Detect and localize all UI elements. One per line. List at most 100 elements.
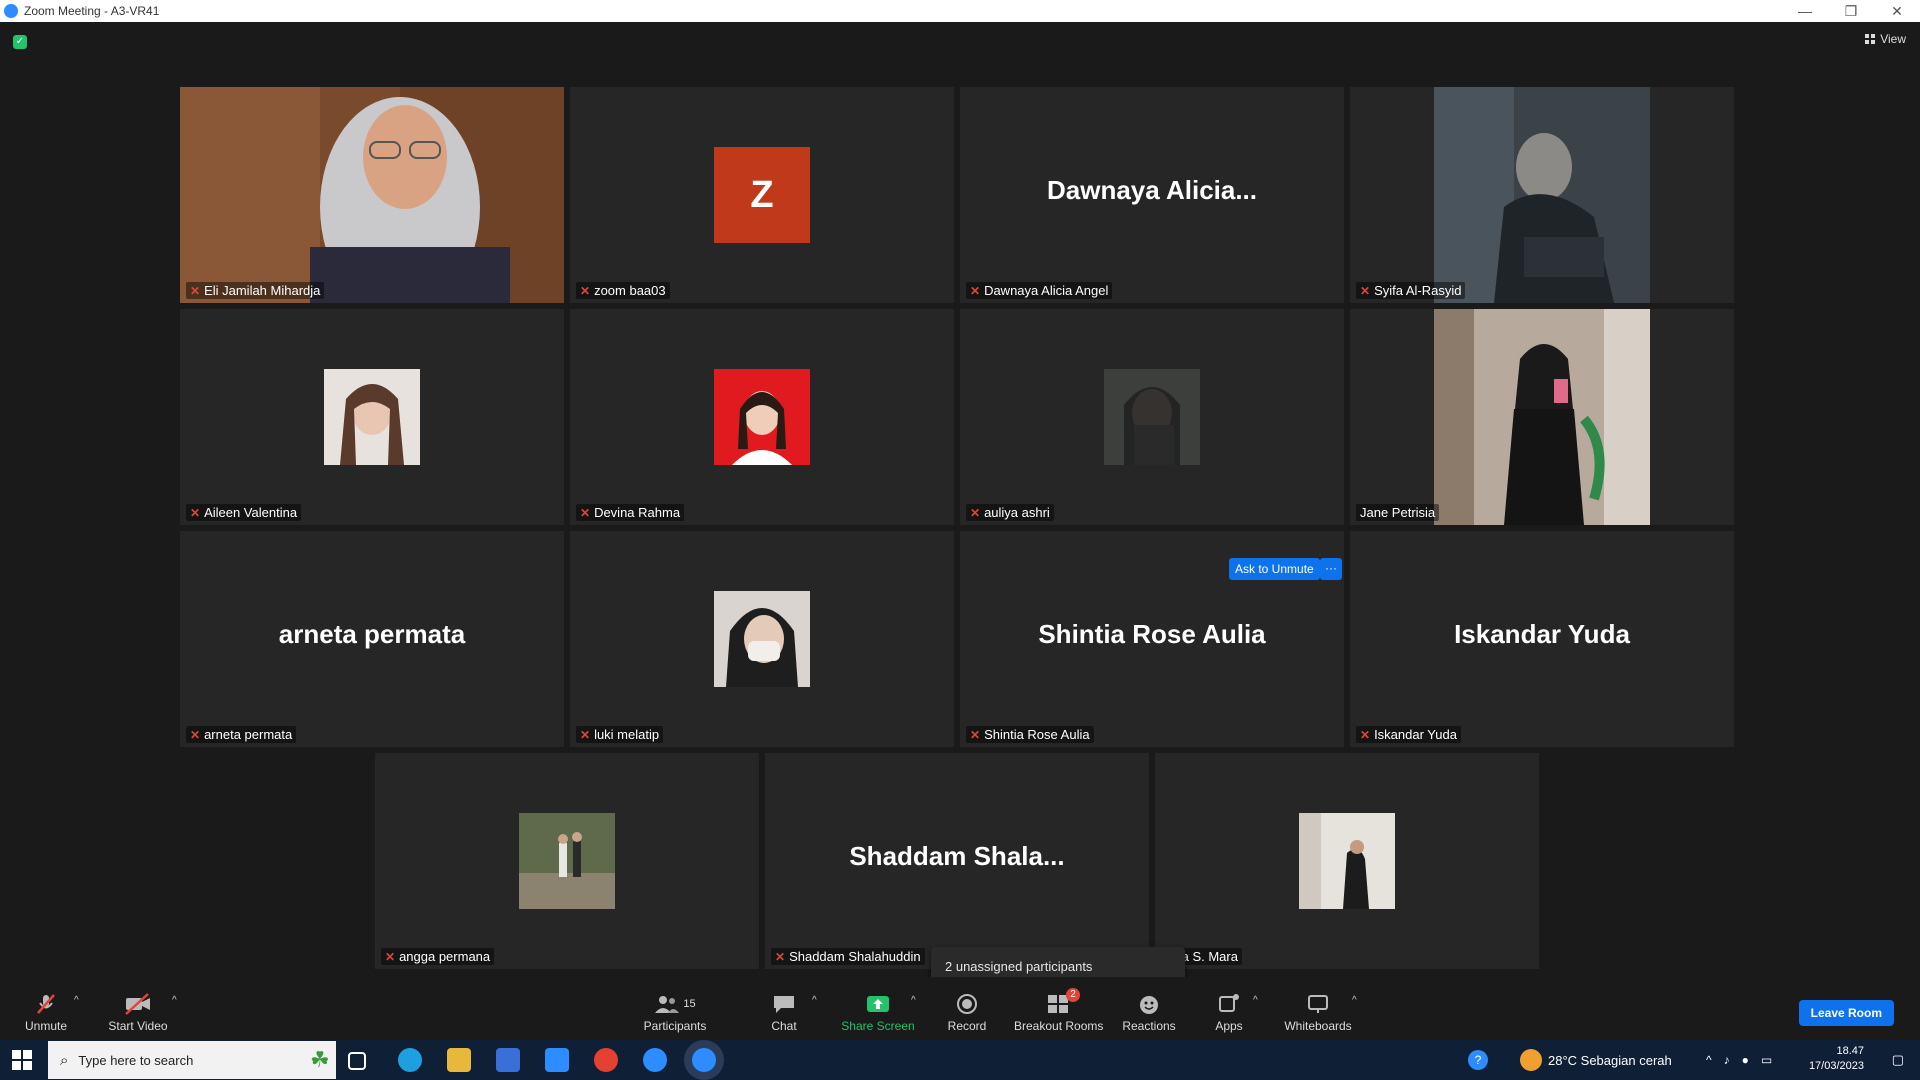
participant-tile[interactable]: Dawnaya Alicia... ✕ Dawnaya Alicia Angel <box>960 87 1344 303</box>
meeting-toolbar: Unmute ^ Start Video ^ 15 Participants C… <box>0 977 1920 1040</box>
participant-tile[interactable]: ✕ Eli Jamilah Mihardja <box>180 87 564 303</box>
start-video-button[interactable]: Start Video <box>104 991 172 1033</box>
muted-mic-icon: ✕ <box>190 505 201 520</box>
taskbar-clock[interactable]: 18.47 17/03/2023 <box>1809 1044 1864 1074</box>
muted-mic-icon: ✕ <box>385 949 396 964</box>
reactions-button[interactable]: Reactions <box>1120 991 1178 1033</box>
participant-tile[interactable]: ✕ Aileen Valentina <box>180 309 564 525</box>
participants-icon <box>655 996 680 1013</box>
participant-name: ✕ Syifa Al-Rasyid <box>1356 282 1466 299</box>
profile-photo <box>1434 309 1650 525</box>
apps-icon <box>1212 991 1246 1017</box>
grid-icon <box>1865 34 1876 44</box>
participant-tile[interactable]: ✕ Devina Rahma <box>570 309 954 525</box>
participant-tile[interactable]: ✕ luki melatip <box>570 531 954 747</box>
view-button[interactable]: View <box>1865 32 1906 46</box>
participant-tile[interactable]: ✕ auliya ashri <box>960 309 1344 525</box>
speaker-icon[interactable]: ♪ <box>1724 1053 1730 1067</box>
participant-name: ✕ luki melatip <box>576 726 664 743</box>
participant-name: ✕ Iskandar Yuda <box>1356 726 1461 743</box>
file-explorer-icon[interactable] <box>447 1048 471 1072</box>
edge-icon[interactable] <box>398 1048 422 1072</box>
leave-room-button[interactable]: Leave Room <box>1798 1000 1894 1026</box>
participant-tile[interactable]: Z ✕ zoom baa03 <box>570 87 954 303</box>
participants-count: 15 <box>683 998 696 1010</box>
participants-button[interactable]: 15 Participants <box>640 991 710 1033</box>
share-options-caret[interactable]: ^ <box>911 995 916 1006</box>
whiteboard-icon <box>1282 991 1354 1017</box>
minimize-button[interactable]: — <box>1782 0 1828 22</box>
network-icon[interactable]: ▭ <box>1761 1053 1772 1067</box>
taskbar-search[interactable]: ⌕ Type here to search ☘ <box>48 1041 336 1079</box>
zoom-taskbar-icon[interactable] <box>692 1048 716 1072</box>
profile-photo <box>324 369 420 465</box>
participant-name: ✕ Aileen Valentina <box>186 504 302 521</box>
video-options-caret[interactable]: ^ <box>172 995 177 1006</box>
window-titlebar: Zoom Meeting - A3-VR41 — ❐ ✕ <box>0 0 1920 22</box>
participant-tile[interactable]: ✕ Syifa Al-Rasyid <box>1350 87 1734 303</box>
apps-options-caret[interactable]: ^ <box>1253 995 1258 1006</box>
reactions-icon <box>1120 991 1178 1017</box>
muted-mic-icon: ✕ <box>190 727 201 742</box>
whiteboards-button[interactable]: Whiteboards <box>1282 991 1354 1033</box>
notification-icon[interactable]: ▢ <box>1892 1040 1904 1080</box>
muted-mic-icon: ✕ <box>580 283 591 298</box>
participant-display-name: arneta permata <box>278 619 466 649</box>
profile-photo <box>1434 87 1650 303</box>
chrome-icon[interactable] <box>594 1048 618 1072</box>
muted-mic-icon: ✕ <box>1360 727 1371 742</box>
whiteboard-options-caret[interactable]: ^ <box>1352 995 1357 1006</box>
maximize-button[interactable]: ❐ <box>1828 0 1874 22</box>
more-options-button[interactable]: ··· <box>1320 558 1342 580</box>
participant-name: ✕ Devina Rahma <box>576 504 685 521</box>
share-screen-button[interactable]: Share Screen <box>838 991 918 1033</box>
chat-options-caret[interactable]: ^ <box>812 995 817 1006</box>
audio-options-caret[interactable]: ^ <box>74 995 79 1006</box>
participant-tile[interactable]: ✕ angga permana <box>375 753 759 969</box>
apps-button[interactable]: Apps <box>1212 991 1246 1033</box>
participant-display-name: Shintia Rose Aulia <box>1038 619 1266 649</box>
chat-icon <box>764 991 804 1017</box>
microphone-icon[interactable]: ● <box>1742 1053 1749 1067</box>
profile-photo <box>714 591 810 687</box>
video-off-icon <box>104 991 172 1017</box>
unmute-button[interactable]: Unmute <box>18 991 74 1033</box>
muted-mic-icon: ✕ <box>970 505 981 520</box>
view-label: View <box>1880 32 1906 46</box>
participant-name: ✕ zoom baa03 <box>576 282 670 299</box>
tray-overflow-icon[interactable]: ^ <box>1706 1053 1712 1067</box>
participant-name: ✕ Shintia Rose Aulia <box>966 726 1094 743</box>
clock-time: 18.47 <box>1836 1045 1864 1057</box>
participant-name: Jane Petrisia <box>1356 504 1440 521</box>
weather-text: 28°C Sebagian cerah <box>1548 1052 1672 1068</box>
participant-name: ✕ angga permana <box>381 948 495 965</box>
participant-display-name: Dawnaya Alicia... <box>1046 175 1258 205</box>
windows-start-icon[interactable] <box>12 1050 32 1070</box>
muted-mic-icon <box>18 991 74 1017</box>
weather-widget[interactable]: 28°C Sebagian cerah <box>1520 1040 1672 1080</box>
weather-icon <box>1520 1049 1542 1071</box>
participant-tile[interactable]: arneta permata ✕ arneta permata <box>180 531 564 747</box>
help-icon[interactable]: ? <box>1468 1050 1488 1070</box>
store-icon[interactable] <box>496 1048 520 1072</box>
close-button[interactable]: ✕ <box>1874 0 1920 22</box>
participant-tile[interactable]: Iskandar Yuda ✕ Iskandar Yuda <box>1350 531 1734 747</box>
muted-mic-icon: ✕ <box>970 727 981 742</box>
breakout-rooms-button[interactable]: 2 Breakout Rooms <box>1014 988 1103 1033</box>
task-view-icon[interactable] <box>348 1052 366 1070</box>
ask-to-unmute-button[interactable]: Ask to Unmute <box>1229 558 1320 580</box>
mail-icon[interactable] <box>545 1048 569 1072</box>
chat-button[interactable]: Chat <box>764 991 804 1033</box>
muted-mic-icon: ✕ <box>775 949 786 964</box>
teamviewer-icon[interactable] <box>643 1048 667 1072</box>
participant-name: ✕ Dawnaya Alicia Angel <box>966 282 1113 299</box>
participant-tile[interactable]: Jane Petrisia <box>1350 309 1734 525</box>
record-button[interactable]: Record <box>944 991 990 1033</box>
avatar-letter: Z <box>714 147 810 243</box>
muted-mic-icon: ✕ <box>1360 283 1371 298</box>
encryption-shield-icon[interactable]: ✓ <box>13 35 27 49</box>
record-icon <box>944 991 990 1017</box>
window-title: Zoom Meeting - A3-VR41 <box>24 4 160 18</box>
participant-tile[interactable]: tista S. Mara <box>1155 753 1539 969</box>
participant-tile[interactable]: Shaddam Shala... ✕ Shaddam Shalahuddin <box>765 753 1149 969</box>
